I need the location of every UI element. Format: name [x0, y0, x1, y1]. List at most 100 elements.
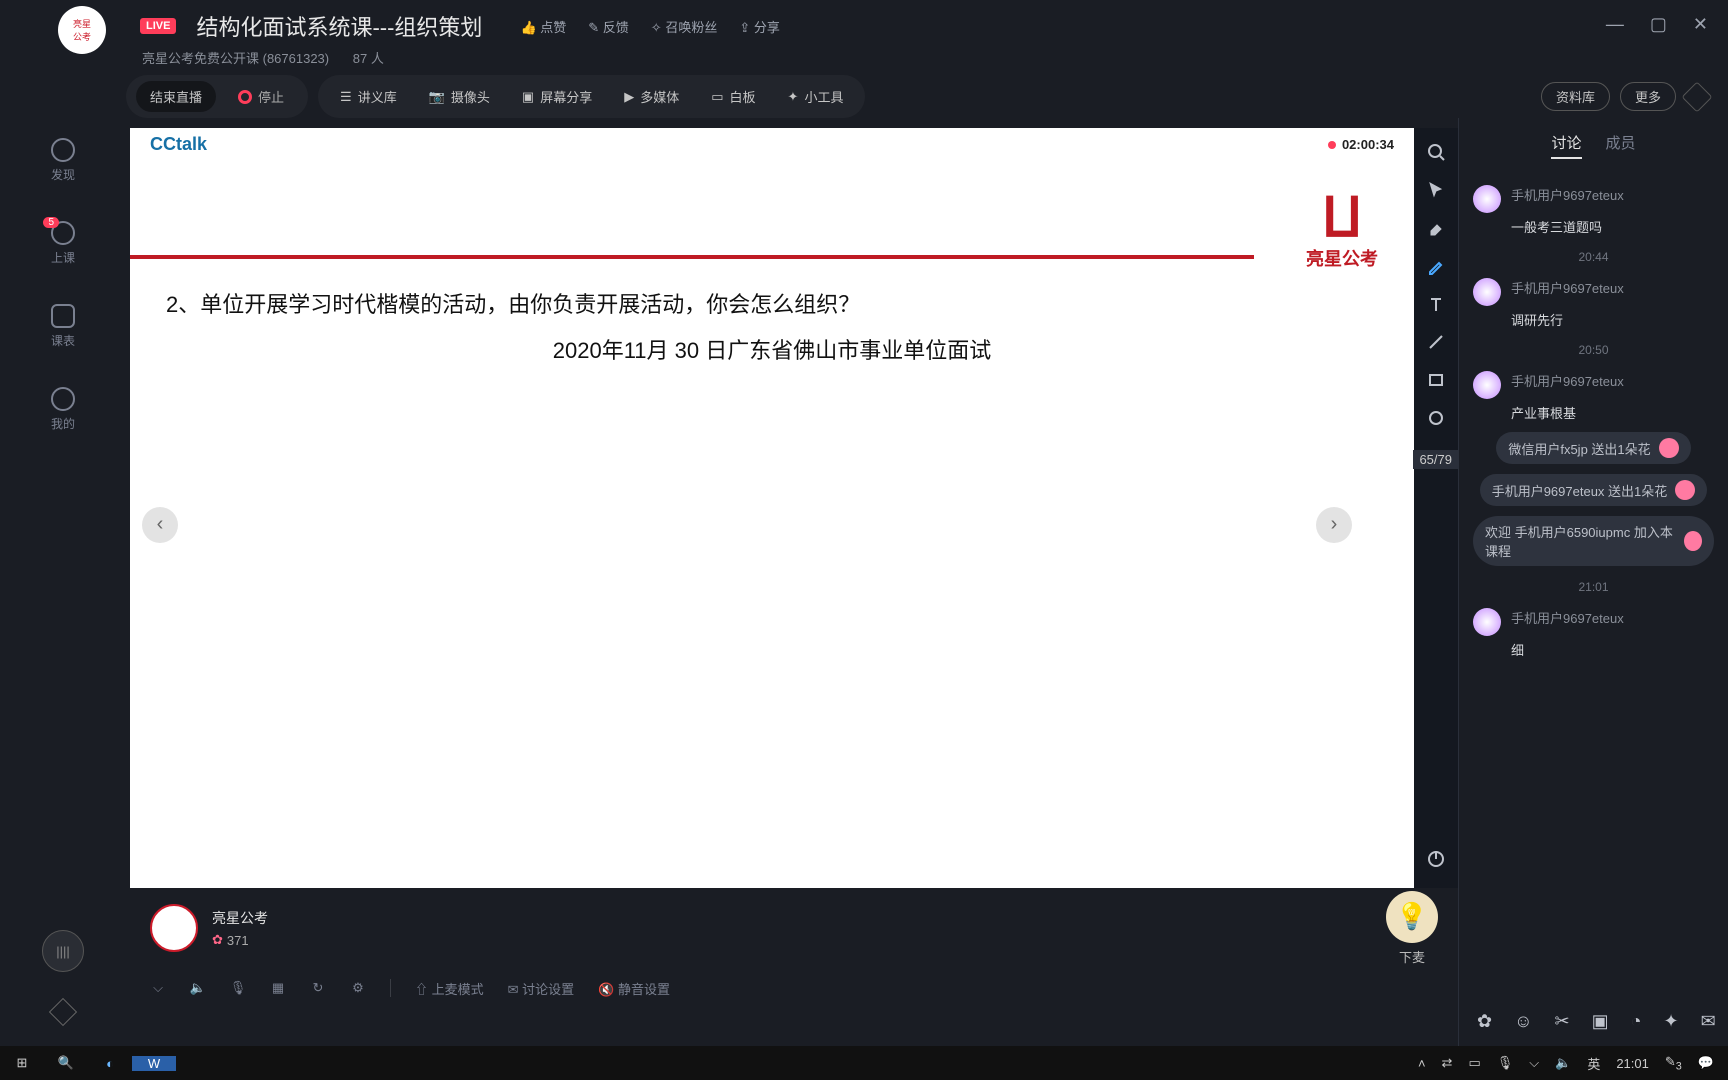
tray-wifi-icon[interactable]: ⌵: [1529, 1055, 1539, 1071]
chat-body[interactable]: 手机用户9697eteux一般考三道题吗20:44手机用户9697eteux调研…: [1459, 169, 1728, 997]
screen-share-button[interactable]: ▣ 屏幕分享: [510, 81, 604, 112]
slide-header: CCtalk 02:00:34: [130, 128, 1414, 161]
chat-gift: 手机用户9697eteux 送出1朵花: [1480, 474, 1708, 506]
tray-sync-icon[interactable]: ⇄: [1442, 1055, 1453, 1071]
discuss-settings-button[interactable]: ✉ 讨论设置: [508, 979, 575, 998]
resource-library-button[interactable]: 资料库: [1541, 82, 1610, 111]
org-avatar[interactable]: 亮星公考: [58, 6, 106, 54]
like-button[interactable]: 👍 点赞: [520, 17, 566, 36]
user-avatar[interactable]: ||||: [42, 930, 84, 972]
calendar-icon: [51, 304, 75, 328]
share-button[interactable]: ⇪ 分享: [739, 17, 780, 36]
record-icon: [238, 90, 252, 104]
feedback-button[interactable]: ✎ 反馈: [588, 17, 629, 36]
circle-icon[interactable]: [1426, 408, 1446, 428]
tray-volume-icon[interactable]: 🔈: [1555, 1055, 1571, 1071]
app-root: LIVE 结构化面试系统课---组织策划 👍 点赞 ✎ 反馈 ✧ 召唤粉丝 ⇪ …: [0, 0, 1728, 1080]
start-button[interactable]: ⊞: [0, 1055, 44, 1071]
subtitle-row: 亮星公考免费公开课 (86761323) 87 人: [0, 48, 1728, 75]
pen-icon[interactable]: [1426, 256, 1446, 276]
tray-battery-icon[interactable]: ▭: [1468, 1055, 1480, 1071]
rail-discover[interactable]: 发现: [51, 138, 75, 183]
rail-profile[interactable]: 我的: [51, 387, 75, 432]
power-icon[interactable]: [1426, 848, 1446, 868]
chat-avatar[interactable]: [1473, 608, 1501, 636]
rail-schedule[interactable]: 课表: [51, 304, 75, 349]
mic-mode-button[interactable]: ⇧ 上麦模式: [415, 979, 484, 998]
next-slide-button[interactable]: ›: [1316, 507, 1352, 543]
bottom-toolbar: ⌵ 🔈 🎙 ▦ ↻ ⚙ ⇧ 上麦模式 ✉ 讨论设置 🔇 静音设置: [130, 968, 1458, 1008]
chat-text: 产业事根基: [1511, 403, 1714, 422]
whiteboard-button[interactable]: ▭ 白板: [699, 81, 767, 112]
line-icon[interactable]: [1426, 332, 1446, 352]
tray-stylus-icon[interactable]: ✎3: [1665, 1054, 1682, 1073]
chat-avatar[interactable]: [1473, 278, 1501, 306]
comment-icon[interactable]: ✉: [1701, 1011, 1716, 1032]
search-button[interactable]: 🔍: [44, 1055, 88, 1071]
tab-members[interactable]: 成员: [1606, 132, 1636, 159]
emoji-button[interactable]: ☺: [1514, 1011, 1532, 1032]
chat-timestamp: 20:44: [1473, 250, 1714, 264]
chat-avatar[interactable]: [1473, 185, 1501, 213]
mic-icon[interactable]: 🎙: [230, 980, 246, 996]
invite-button[interactable]: ✧ 召唤粉丝: [651, 17, 718, 36]
clock-icon[interactable]: ◔: [1631, 1011, 1642, 1032]
settings-hex-icon[interactable]: [49, 998, 77, 1026]
multimedia-button[interactable]: ▶ 多媒体: [612, 81, 691, 112]
recording-timer: 02:00:34: [1328, 137, 1394, 152]
course-name: 亮星公考免费公开课 (86761323): [142, 51, 329, 66]
gadgets-button[interactable]: ✦ 小工具: [776, 81, 856, 112]
chat-avatar[interactable]: [1473, 371, 1501, 399]
more-button[interactable]: 更多: [1620, 82, 1676, 111]
speaker-icon[interactable]: 🔈: [190, 980, 206, 996]
minimize-button[interactable]: —: [1606, 14, 1624, 35]
stage-column: CCtalk 02:00:34 ⵡ 亮星公考 2、单位开展学习时代楷模的活动，由…: [126, 118, 1458, 1046]
tray-ime[interactable]: 英: [1587, 1054, 1600, 1073]
task-app-1[interactable]: ◐: [88, 1056, 132, 1071]
mute-settings-button[interactable]: 🔇 静音设置: [598, 979, 670, 998]
slide-subline: 2020年11月 30 日广东省佛山市事业单位面试: [166, 333, 1378, 365]
eraser-icon[interactable]: [1426, 218, 1446, 238]
gift-icon[interactable]: ✦: [1663, 1011, 1678, 1032]
tray-notifications-icon[interactable]: 💬: [1698, 1055, 1714, 1071]
lecture-library-button[interactable]: ☰ 讲义库: [328, 81, 409, 112]
text-icon[interactable]: [1426, 294, 1446, 314]
slide-divider: [130, 255, 1254, 259]
zoom-icon[interactable]: [1426, 142, 1446, 162]
stop-button[interactable]: 停止: [224, 81, 298, 112]
title-actions: 👍 点赞 ✎ 反馈 ✧ 召唤粉丝 ⇪ 分享: [520, 17, 779, 36]
task-app-2[interactable]: W: [132, 1056, 176, 1071]
end-live-button[interactable]: 结束直播: [136, 81, 216, 112]
gear-icon[interactable]: ⚙: [350, 980, 366, 996]
wifi-icon[interactable]: ⌵: [150, 980, 166, 996]
scissors-icon[interactable]: ✂: [1554, 1011, 1569, 1032]
chat-panel: 讨论 成员 手机用户9697eteux 一般考三道题吗 20:44 手机用户9697e…: [1458, 118, 1728, 1046]
pointer-icon[interactable]: [1426, 180, 1446, 200]
flower-button[interactable]: ✿: [1477, 1011, 1492, 1032]
chat-gift: 微信用户fx5jp 送出1朵花: [1496, 432, 1690, 464]
close-button[interactable]: ✕: [1693, 14, 1708, 35]
chat-text: 一般考三道题吗: [1511, 217, 1714, 236]
mic-toggle[interactable]: 💡 下麦: [1386, 891, 1438, 966]
tray-mic-icon[interactable]: 🎙: [1497, 1055, 1514, 1071]
toolbar-right: 资料库 更多: [1541, 82, 1708, 111]
maximize-button[interactable]: ▢: [1650, 14, 1667, 35]
grid-icon[interactable]: ▦: [270, 980, 286, 996]
chat-message: 手机用户9697eteux细: [1473, 608, 1714, 659]
settings-icon[interactable]: [1681, 81, 1712, 112]
window-controls: — ▢ ✕: [1606, 14, 1708, 35]
rect-icon[interactable]: [1426, 370, 1446, 390]
speaker-avatar[interactable]: [150, 904, 198, 952]
rail-class[interactable]: 5上课: [51, 221, 75, 266]
flower-icon: ✿: [212, 932, 223, 948]
tray-chevron-icon[interactable]: ˄: [1418, 1056, 1426, 1071]
image-button[interactable]: ▣: [1592, 1011, 1609, 1032]
camera-button[interactable]: 📷 摄像头: [417, 81, 502, 112]
refresh-icon[interactable]: ↻: [310, 980, 326, 996]
chat-username: 手机用户9697eteux: [1511, 371, 1624, 390]
prev-slide-button[interactable]: ‹: [142, 507, 178, 543]
viewer-count: 87 人: [353, 51, 384, 66]
speaker-name: 亮星公考: [212, 908, 268, 928]
tab-discuss[interactable]: 讨论: [1551, 132, 1581, 159]
tray-clock[interactable]: 21:01: [1616, 1056, 1649, 1071]
